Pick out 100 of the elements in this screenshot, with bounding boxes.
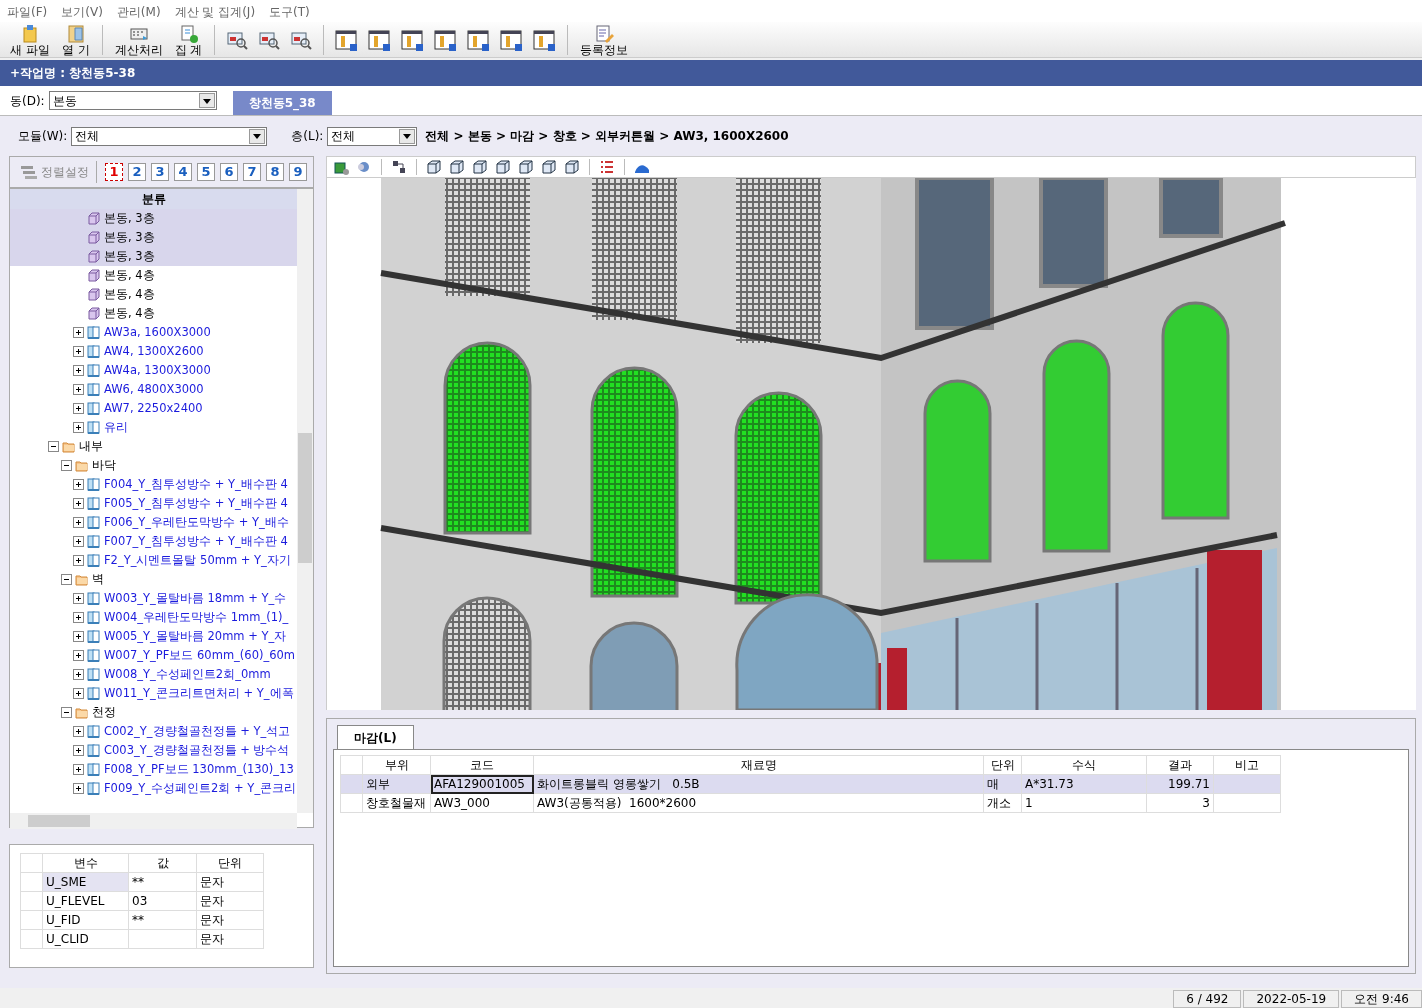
expand-icon[interactable] <box>73 517 84 528</box>
tree-item[interactable]: 바닥 <box>10 456 297 475</box>
view-tool-button[interactable] <box>539 159 559 175</box>
view-tool-button[interactable] <box>470 159 490 175</box>
expand-icon[interactable] <box>73 327 84 338</box>
expand-icon[interactable] <box>73 783 84 794</box>
vertical-scrollbar[interactable] <box>297 189 313 813</box>
tree-item[interactable]: AW7, 2250x2400 <box>10 399 297 418</box>
tree-item[interactable]: W003_Y_몰탈바름 18mm + Y_수 <box>10 589 297 608</box>
level-button[interactable]: 8 <box>266 163 284 181</box>
horizontal-scrollbar[interactable] <box>10 813 297 829</box>
tree-item[interactable]: W008_Y_수성페인트2회_0mm <box>10 665 297 684</box>
dropdown[interactable]: 전체 <box>71 126 268 146</box>
tree-item[interactable]: F005_Y_침투성방수 + Y_배수판 4 <box>10 494 297 513</box>
expand-icon[interactable] <box>73 745 84 756</box>
tree-item[interactable]: 벽 <box>10 570 297 589</box>
tree-item[interactable]: W011_Y_콘크리트면처리 + Y_에폭 <box>10 684 297 703</box>
view-tool-button[interactable] <box>424 159 444 175</box>
view-tool-button[interactable] <box>493 159 513 175</box>
tree-item[interactable]: W005_Y_몰탈바름 20mm + Y_자 <box>10 627 297 646</box>
expand-icon[interactable] <box>73 498 84 509</box>
toolbar-button[interactable]: 열 기 <box>55 23 96 57</box>
level-button[interactable]: 3 <box>151 163 169 181</box>
tree-item[interactable]: 본동, 3층 <box>10 247 297 266</box>
view-tool-button[interactable] <box>331 159 351 175</box>
tree-item[interactable]: 본동, 3층 <box>10 209 297 228</box>
dropdown[interactable]: 본동 <box>48 91 217 110</box>
cube-icon <box>87 212 100 225</box>
table-cell: U_FID <box>42 910 129 930</box>
level-button[interactable]: 5 <box>197 163 215 181</box>
tree-item[interactable]: 본동, 4층 <box>10 304 297 323</box>
tree-item[interactable]: 내부 <box>10 437 297 456</box>
expand-icon[interactable] <box>73 365 84 376</box>
column-header: 분류 <box>10 189 297 209</box>
expand-icon[interactable] <box>73 612 84 623</box>
window-icon <box>335 28 359 52</box>
caret-icon <box>201 96 212 105</box>
tree-item[interactable]: W004_우레탄도막방수 1mm_(1)_ <box>10 608 297 627</box>
toolbar-button[interactable]: 새 파일 <box>4 23 56 57</box>
toolbar-button[interactable]: 등록정보 <box>574 23 635 57</box>
menu-item[interactable]: 계산 및 집계(J) <box>167 0 263 22</box>
tree-item[interactable]: F2_Y_시멘트몰탈 50mm + Y_자기 <box>10 551 297 570</box>
collapse-icon[interactable] <box>60 707 72 718</box>
tree-item[interactable]: F007_Y_침투성방수 + Y_배수판 4 <box>10 532 297 551</box>
tree-item[interactable]: 본동, 3층 <box>10 228 297 247</box>
level-button[interactable]: 6 <box>220 163 238 181</box>
level-button[interactable]: 2 <box>128 163 146 181</box>
tree-item[interactable]: F008_Y_PF보드 130mm_(130)_13 <box>10 760 297 779</box>
menu-item[interactable]: 관리(M) <box>109 0 168 22</box>
window-icon <box>467 28 491 52</box>
expand-icon[interactable] <box>73 555 84 566</box>
expand-icon[interactable] <box>73 764 84 775</box>
tree-item[interactable]: F004_Y_침투성방수 + Y_배수판 4 <box>10 475 297 494</box>
expand-icon[interactable] <box>73 593 84 604</box>
panel-icon <box>87 725 100 738</box>
tree-item[interactable]: 천정 <box>10 703 297 722</box>
expand-icon[interactable] <box>73 536 84 547</box>
tree-item[interactable]: C002_Y_경량철골천정틀 + Y_석고 <box>10 722 297 741</box>
menu-item[interactable]: 보기(V) <box>54 0 110 22</box>
level-button[interactable]: 7 <box>243 163 261 181</box>
expand-icon[interactable] <box>73 726 84 737</box>
panel-tab[interactable]: 마감(L) <box>337 725 414 749</box>
tree-item[interactable]: AW6, 4800X3000 <box>10 380 297 399</box>
view-tool-button[interactable] <box>516 159 536 175</box>
panel-icon <box>87 782 100 795</box>
expand-icon[interactable] <box>73 479 84 490</box>
dropdown[interactable]: 전체 <box>327 126 418 146</box>
column-header: 단위 <box>983 755 1022 775</box>
tree-item[interactable]: AW4, 1300X2600 <box>10 342 297 361</box>
level-button[interactable]: 1 <box>105 163 123 181</box>
expand-icon[interactable] <box>73 669 84 680</box>
expand-icon[interactable] <box>73 631 84 642</box>
menu-item[interactable]: 도구(T) <box>262 0 317 22</box>
table-cell: AW3(공통적용) 1600*2600 <box>533 793 984 813</box>
tree-item[interactable]: AW4a, 1300X3000 <box>10 361 297 380</box>
collapse-icon[interactable] <box>60 460 72 471</box>
view-tool-button[interactable] <box>562 159 582 175</box>
collapse-icon[interactable] <box>60 574 72 585</box>
tree-item[interactable]: 본동, 4층 <box>10 266 297 285</box>
expand-icon[interactable] <box>73 403 84 414</box>
tree-item[interactable]: F006_Y_우레탄도막방수 + Y_배수 <box>10 513 297 532</box>
toolbar-button[interactable]: 집 계 <box>168 23 209 57</box>
view-tool-button[interactable] <box>447 159 467 175</box>
tree-item[interactable]: W007_Y_PF보드 60mm_(60)_60m <box>10 646 297 665</box>
collapse-icon[interactable] <box>48 441 59 452</box>
panel-icon <box>87 326 100 339</box>
menu-item[interactable]: 파일(F) <box>0 0 55 22</box>
tree-item[interactable]: 유리 <box>10 418 297 437</box>
tree-item[interactable]: C003_Y_경량철골천정틀 + 방수석 <box>10 741 297 760</box>
level-button[interactable]: 4 <box>174 163 192 181</box>
expand-icon[interactable] <box>73 384 84 395</box>
expand-icon[interactable] <box>73 422 84 433</box>
expand-icon[interactable] <box>73 346 84 357</box>
expand-icon[interactable] <box>73 688 84 699</box>
level-button[interactable]: 9 <box>289 163 307 181</box>
tree-item[interactable]: 본동, 4층 <box>10 285 297 304</box>
toolbar-button[interactable]: 계산처리 <box>108 23 169 57</box>
tree-item[interactable]: F009_Y_수성페인트2회 + Y_콘크리 <box>10 779 297 798</box>
expand-icon[interactable] <box>73 650 84 661</box>
tree-item[interactable]: AW3a, 1600X3000 <box>10 323 297 342</box>
